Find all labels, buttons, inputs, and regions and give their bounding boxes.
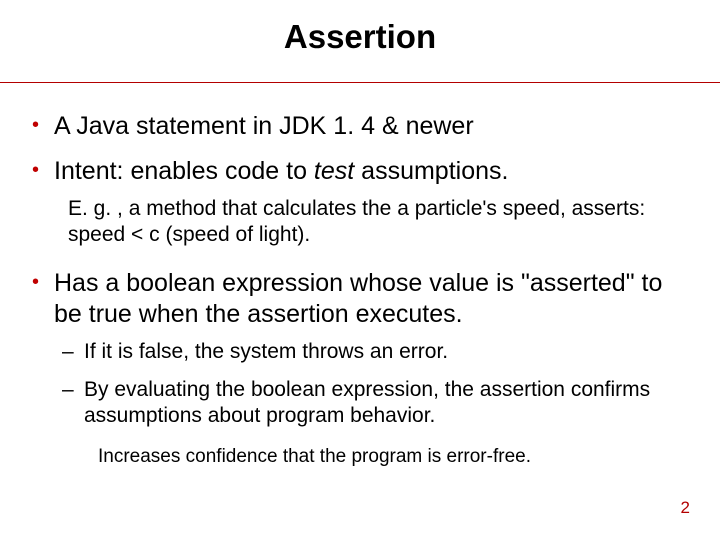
bullet-text: A Java statement in JDK 1. 4 & newer: [54, 111, 474, 142]
list-item: • A Java statement in JDK 1. 4 & newer: [32, 111, 692, 142]
dash-icon: –: [62, 377, 84, 430]
slide-title: Assertion: [28, 18, 692, 82]
bullet-icon: •: [32, 268, 54, 296]
list-item: • Intent: enables code to test assumptio…: [32, 156, 692, 254]
bullet-list: • A Java statement in JDK 1. 4 & newer •…: [28, 111, 692, 469]
bullet-text: Has a boolean expression whose value is …: [54, 268, 692, 331]
dash-icon: –: [62, 339, 84, 365]
bullet-icon: •: [32, 156, 54, 184]
bullet-text: Intent: enables code to test assumptions…: [54, 156, 508, 187]
list-item: – By evaluating the boolean expression, …: [62, 377, 692, 430]
slide: Assertion • A Java statement in JDK 1. 4…: [0, 0, 720, 540]
deep-sub-text: Increases confidence that the program is…: [32, 441, 692, 469]
page-number: 2: [681, 498, 690, 518]
sub-example-text: E. g. , a method that calculates the a p…: [32, 188, 692, 255]
dash-text: If it is false, the system throws an err…: [84, 339, 448, 365]
list-item: • Has a boolean expression whose value i…: [32, 268, 692, 469]
dash-text: By evaluating the boolean expression, th…: [84, 377, 692, 430]
title-divider: [0, 82, 720, 83]
dash-list: – If it is false, the system throws an e…: [32, 339, 692, 430]
list-item: – If it is false, the system throws an e…: [62, 339, 692, 365]
bullet-icon: •: [32, 111, 54, 139]
